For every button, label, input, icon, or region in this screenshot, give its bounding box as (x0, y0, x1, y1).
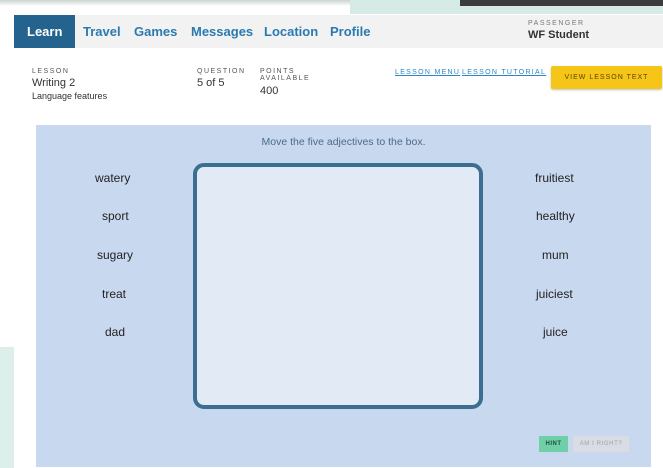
hint-button[interactable]: HINT (539, 436, 568, 452)
left-decoration (0, 347, 14, 468)
lesson-menu-link[interactable]: LESSON MENU (395, 69, 460, 76)
word-card[interactable]: healthy (536, 209, 575, 223)
lesson-info: LESSON Writing 2 Language features (32, 68, 107, 101)
word-card[interactable]: sugary (97, 248, 133, 262)
word-card[interactable]: dad (105, 325, 125, 339)
passenger-label: PASSENGER (528, 20, 585, 27)
points-info: POINTS AVAILABLE 400 (260, 68, 310, 97)
points-label-line2: AVAILABLE (260, 75, 311, 82)
lesson-topic: Language features (32, 91, 108, 101)
word-card[interactable]: fruitiest (535, 171, 574, 185)
word-card[interactable]: sport (102, 209, 129, 223)
activity-instruction: Move the five adjectives to the box. (261, 136, 426, 148)
view-lesson-text-button[interactable]: VIEW LESSON TEXT (551, 66, 662, 89)
top-dark-band (460, 0, 663, 6)
nav-learn[interactable]: Learn (14, 15, 76, 48)
points-value: 400 (260, 85, 279, 97)
question-value: 5 of 5 (197, 77, 225, 89)
am-i-right-button: AM I RIGHT? (573, 436, 629, 452)
nav-messages[interactable]: Messages (191, 15, 253, 48)
nav-location[interactable]: Location (264, 15, 318, 48)
passenger-name: WF Student (528, 29, 590, 41)
word-card[interactable]: juice (543, 325, 568, 339)
question-info: QUESTION 5 of 5 (197, 68, 246, 89)
lesson-label: LESSON (32, 68, 70, 75)
points-label-line1: POINTS (260, 68, 296, 75)
lesson-name: Writing 2 (32, 77, 76, 89)
nav-profile[interactable]: Profile (330, 15, 370, 48)
word-card[interactable]: mum (542, 248, 569, 262)
top-shadow (0, 0, 350, 6)
main-nav: Learn Travel Games Messages Location Pro… (14, 15, 663, 48)
lesson-tutorial-link[interactable]: LESSON TUTORIAL (462, 69, 546, 76)
top-decoration (0, 0, 663, 14)
adjective-drop-box[interactable] (193, 163, 483, 409)
word-card[interactable]: treat (102, 287, 126, 301)
word-card[interactable]: juiciest (536, 287, 573, 301)
question-label: QUESTION (197, 68, 246, 75)
nav-games[interactable]: Games (134, 15, 177, 48)
passenger-info: PASSENGER WF Student (528, 20, 589, 41)
nav-travel[interactable]: Travel (83, 15, 121, 48)
word-card[interactable]: watery (95, 171, 130, 185)
